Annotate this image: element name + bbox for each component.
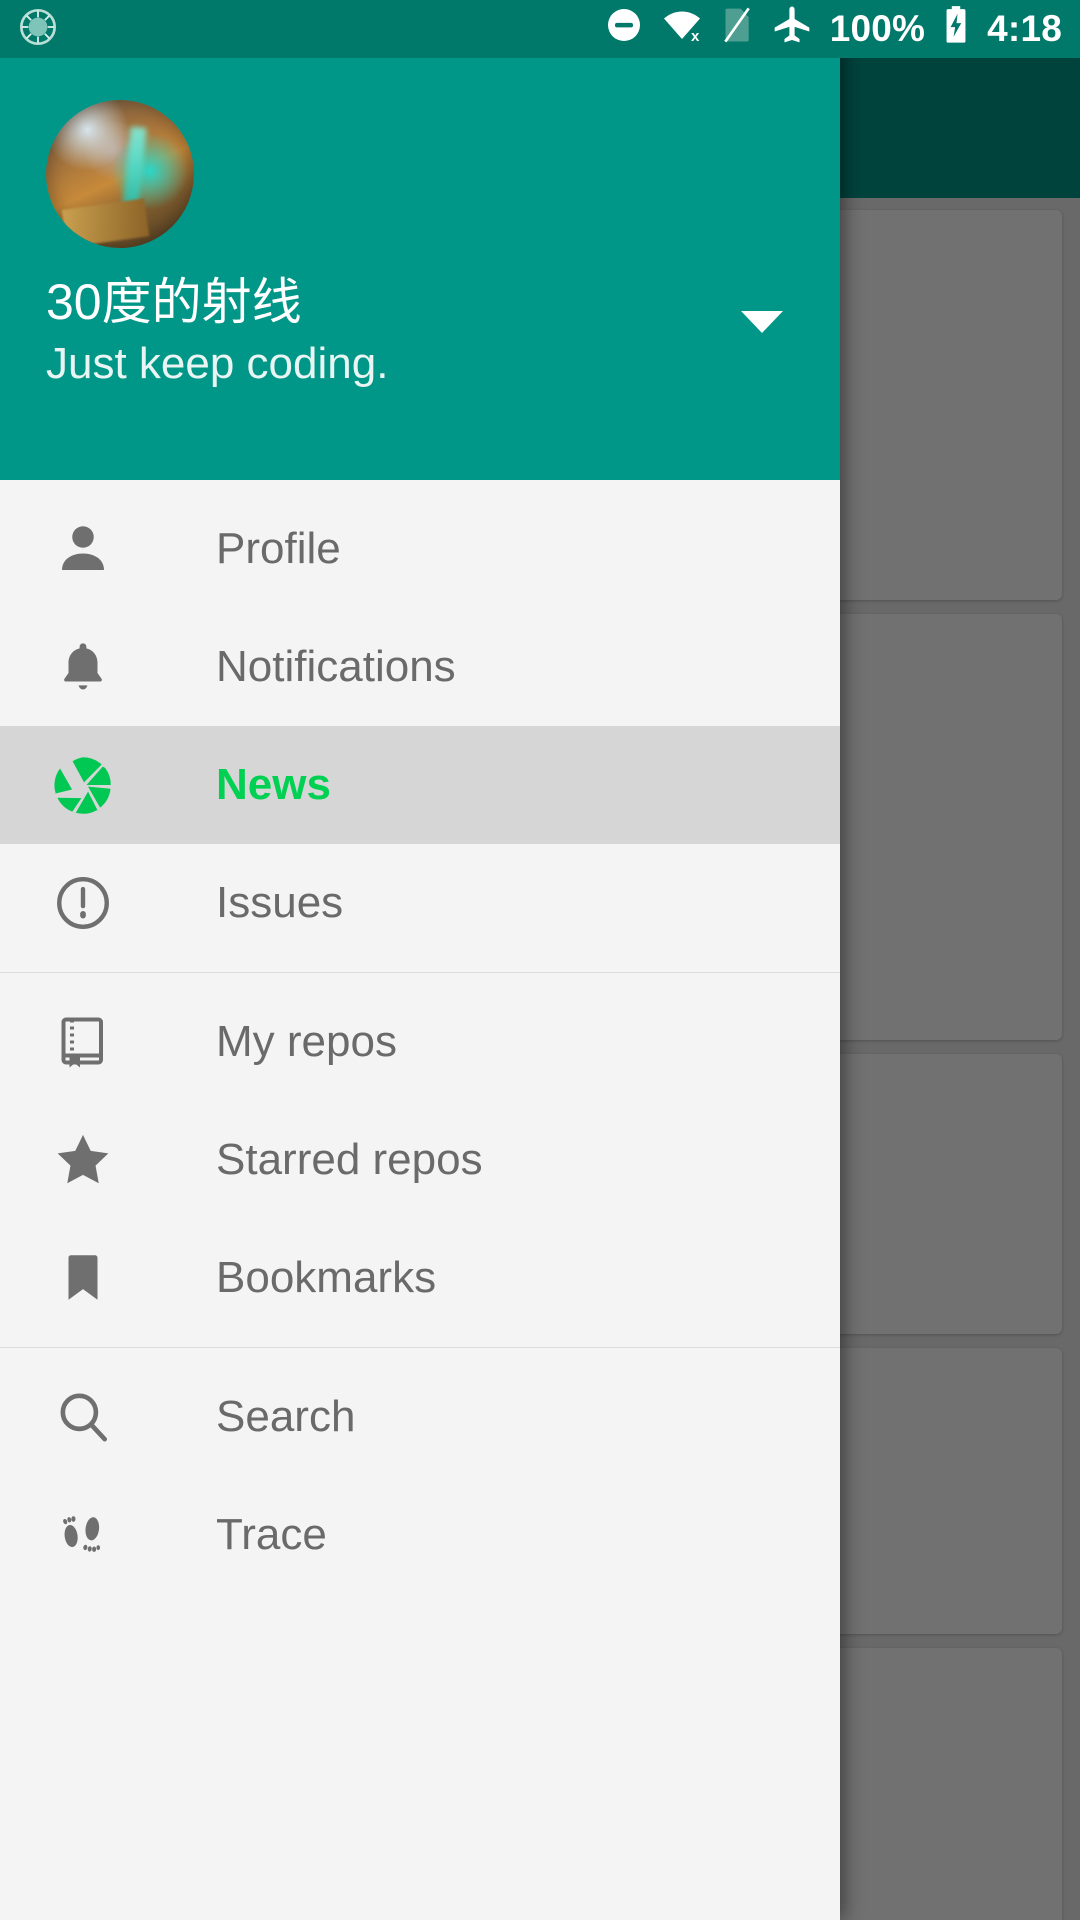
airplane-mode-icon (770, 4, 814, 55)
sidebar-item-label: Profile (216, 524, 341, 573)
username: 30度的射线 (46, 273, 302, 330)
sidebar-item-label: Search (216, 1392, 356, 1441)
menu-group-repos: My repos Starred repos Bookmarks (0, 973, 840, 1347)
drawer-header[interactable]: 30度的射线 Just keep coding. (0, 0, 840, 480)
bookmark-icon (46, 1241, 120, 1315)
footprints-icon (46, 1498, 120, 1572)
person-icon (46, 512, 120, 586)
exclamation-circle-icon (46, 866, 120, 940)
sidebar-item-issues[interactable]: Issues (0, 844, 840, 962)
sidebar-item-bookmarks[interactable]: Bookmarks (0, 1219, 840, 1337)
sidebar-item-search[interactable]: Search (0, 1358, 840, 1476)
aperture-icon (46, 748, 120, 822)
menu-group-primary: Profile Notifications News Issues (0, 480, 840, 972)
sidebar-item-notifications[interactable]: Notifications (0, 608, 840, 726)
sidebar-item-my-repos[interactable]: My repos (0, 983, 840, 1101)
wifi-off-icon: x (660, 5, 704, 54)
sidebar-item-label: Issues (216, 878, 344, 927)
sidebar-item-label: Notifications (216, 642, 456, 691)
do-not-disturb-icon (604, 5, 644, 54)
search-icon (46, 1380, 120, 1454)
status-bar: x 100% 4:18 (0, 0, 1080, 58)
sidebar-item-starred-repos[interactable]: Starred repos (0, 1101, 840, 1219)
menu-group-tools: Search Trace (0, 1348, 840, 1604)
drawer-header-text: 30度的射线 Just keep coding. (46, 273, 389, 388)
sidebar-item-label: My repos (216, 1017, 397, 1066)
caret-down-glyph (741, 311, 783, 333)
sidebar-item-trace[interactable]: Trace (0, 1476, 840, 1594)
sidebar-item-label: News (216, 760, 331, 809)
status-bar-notifications (18, 7, 58, 52)
svg-text:x: x (691, 28, 700, 45)
drawer-menu: Profile Notifications News Issues My rep… (0, 480, 840, 1920)
status-bar-system-icons: x 100% 4:18 (604, 4, 1062, 55)
navigation-drawer: 30度的射线 Just keep coding. Profile Notific… (0, 0, 840, 1920)
user-tagline: Just keep coding. (46, 338, 389, 388)
clock-label: 4:18 (987, 8, 1062, 49)
sidebar-item-label: Trace (216, 1510, 327, 1559)
repo-book-icon (46, 1005, 120, 1079)
sim-card-icon (720, 5, 754, 54)
sidebar-item-label: Bookmarks (216, 1253, 437, 1302)
star-icon (46, 1123, 120, 1197)
battery-percent-label: 100% (829, 8, 926, 49)
sidebar-item-news[interactable]: News (0, 726, 840, 844)
avatar[interactable] (46, 100, 194, 248)
app-notification-icon (18, 7, 58, 52)
caret-down-icon[interactable] (730, 290, 794, 354)
bell-icon (46, 630, 120, 704)
battery-charging-icon (941, 4, 971, 55)
sidebar-item-profile[interactable]: Profile (0, 490, 840, 608)
avatar-foreground (61, 198, 149, 248)
sidebar-item-label: Starred repos (216, 1135, 483, 1184)
